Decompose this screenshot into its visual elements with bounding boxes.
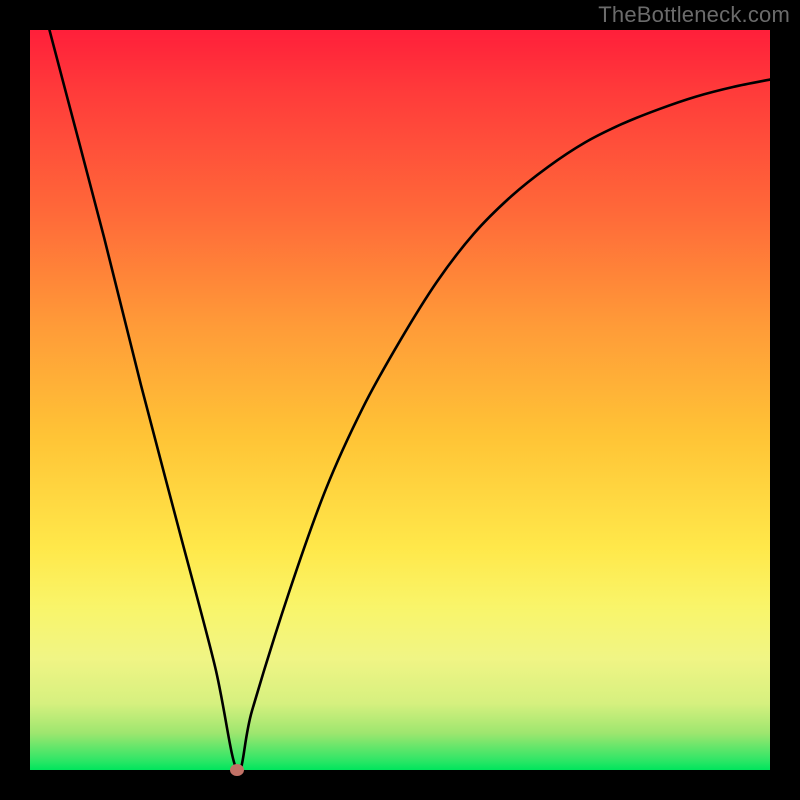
attribution-link[interactable]: TheBottleneck.com: [598, 2, 790, 28]
plot-area: [30, 30, 770, 770]
bottleneck-curve: [30, 30, 770, 770]
chart-container: TheBottleneck.com: [0, 0, 800, 800]
optimal-point-marker: [230, 764, 244, 776]
